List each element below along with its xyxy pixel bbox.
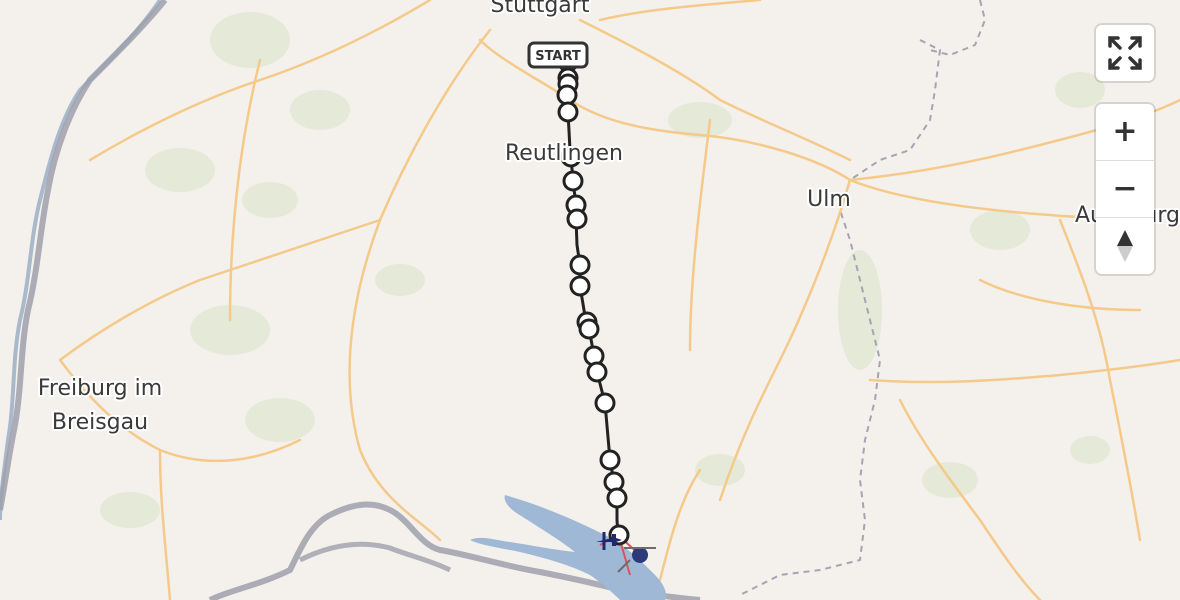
route-stop[interactable]	[562, 170, 584, 192]
zoom-out-icon: −	[1112, 171, 1138, 206]
route-stop[interactable]	[606, 487, 628, 509]
zoom-out-button[interactable]: −	[1096, 160, 1154, 217]
route-stop[interactable]	[578, 318, 600, 340]
fullscreen-control	[1096, 25, 1154, 81]
zoom-in-button[interactable]: +	[1096, 104, 1154, 160]
route-stop[interactable]	[566, 208, 588, 230]
fullscreen-icon	[1108, 36, 1142, 70]
route-stop[interactable]	[557, 101, 579, 123]
route-stop[interactable]	[569, 254, 591, 276]
map-canvas[interactable]: START Stuttgart Reutlingen Ulm Augsburg …	[0, 0, 1180, 600]
city-label-stuttgart[interactable]: Stuttgart	[489, 0, 592, 20]
route-stop[interactable]	[556, 84, 578, 106]
route-stop[interactable]	[569, 275, 591, 297]
fullscreen-button[interactable]	[1096, 25, 1154, 81]
route-stop[interactable]	[599, 449, 621, 471]
start-marker[interactable]: START	[527, 41, 589, 69]
route-stop[interactable]	[586, 361, 608, 383]
city-label-ulm[interactable]: Ulm	[805, 185, 853, 214]
compass-button[interactable]	[1096, 217, 1154, 274]
start-marker-label: START	[535, 49, 581, 64]
zoom-in-icon: +	[1112, 114, 1138, 149]
city-label-freiburg-line2[interactable]: Breisgau	[50, 408, 150, 437]
city-label-reutlingen[interactable]: Reutlingen	[503, 139, 625, 168]
city-label-freiburg-line1[interactable]: Freiburg im	[36, 374, 164, 403]
navigation-control: + −	[1096, 104, 1154, 274]
route-stop[interactable]	[594, 392, 616, 414]
map-background	[0, 0, 1180, 600]
compass-icon	[1117, 230, 1133, 262]
